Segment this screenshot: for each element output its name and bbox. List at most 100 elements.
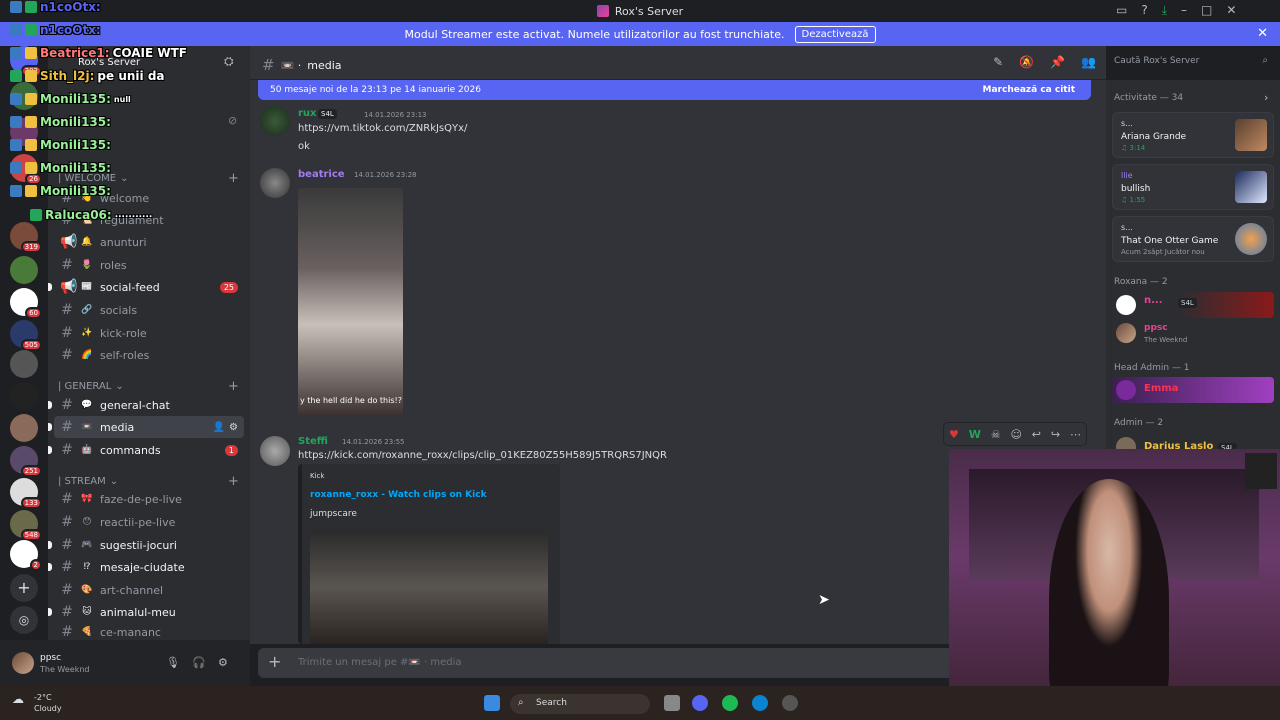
disable-streamer-button[interactable]: Dezactivează — [794, 25, 876, 43]
settings-icon[interactable]: ⚙ — [229, 422, 238, 433]
add-member-icon[interactable]: ⛭ — [224, 54, 234, 69]
server-icon-11[interactable] — [10, 414, 38, 442]
channel-commands[interactable]: # 🤖 commands 1 — [48, 439, 244, 461]
embed-thumbnail[interactable] — [310, 530, 548, 644]
server-icon-8[interactable]: 505 — [10, 320, 42, 351]
server-icon-7[interactable]: 60 — [10, 288, 42, 319]
server-icon-6[interactable] — [10, 256, 38, 284]
discover-button[interactable]: ◎ — [10, 606, 38, 634]
author-name[interactable]: rux — [298, 108, 317, 119]
inbox-icon[interactable]: ▭ — [1116, 3, 1127, 18]
new-messages-bar[interactable]: 50 mesaje noi de la 23:13 pe 14 ianuarie… — [258, 80, 1091, 100]
skull-reaction-icon[interactable]: ☠ — [991, 428, 1001, 441]
author-name[interactable]: beatrice — [298, 169, 345, 180]
channel-roles[interactable]: # 🌷 roles — [54, 254, 244, 276]
add-channel-icon[interactable]: + — [228, 474, 239, 489]
close-banner-icon[interactable]: ✕ — [1257, 26, 1268, 41]
member-item[interactable]: n... S4L — [1112, 292, 1274, 318]
channel-label: animalul-meu — [100, 605, 176, 619]
activity-card[interactable]: s... Ariana Grande ♫ 3:14 — [1112, 112, 1274, 158]
channel-media[interactable]: # 📼 media 👤 ⚙ — [48, 416, 244, 438]
attach-icon[interactable]: + — [268, 652, 281, 671]
invite-icon[interactable]: 👤 — [213, 422, 225, 433]
discord-icon[interactable] — [692, 695, 708, 711]
server-tag[interactable]: S4L — [318, 109, 337, 119]
avatar[interactable] — [260, 168, 290, 198]
channel-general-chat[interactable]: # 💬 general-chat — [48, 394, 244, 416]
chevron-right-icon[interactable]: › — [1264, 91, 1268, 104]
avatar[interactable] — [260, 106, 290, 136]
user-status: The Weeknd — [40, 665, 90, 674]
activity-card[interactable]: llie bullish ♫ 1:55 — [1112, 164, 1274, 210]
channel-sugestii-jocuri[interactable]: # 🎮 sugestii-jocuri — [48, 534, 244, 556]
file-explorer-icon[interactable] — [664, 695, 680, 711]
server-icon-9[interactable] — [10, 350, 38, 378]
add-server-button[interactable]: + — [10, 574, 38, 602]
server-icon-5[interactable]: 319 — [10, 222, 42, 253]
close-window-button[interactable]: ✕ — [1226, 3, 1236, 18]
app-icon[interactable] — [782, 695, 798, 711]
server-icon-10[interactable] — [10, 382, 38, 410]
channel-faze-de-pe-live[interactable]: # 🎀 faze-de-pe-live — [54, 488, 244, 510]
channel-anunturi[interactable]: 📢 🔔 anunturi — [54, 231, 244, 253]
message-link[interactable]: https://vm.tiktok.com/ZNRkJsQYx/ — [298, 123, 467, 134]
title-bar: Rox's Server ▭ ? ⤓ – □ ✕ — [0, 0, 1280, 22]
category-stream[interactable]: | STREAM ⌄ + — [58, 474, 239, 489]
channel-reactii-pe-live[interactable]: # 😯 reactii-pe-live — [54, 511, 244, 533]
weather-widget[interactable]: ☁ -2°C Cloudy — [12, 692, 62, 714]
help-icon[interactable]: ? — [1141, 3, 1147, 18]
more-icon[interactable]: ⋯ — [1070, 428, 1081, 441]
mute-icon[interactable]: ⊘ — [228, 114, 237, 127]
message-link[interactable]: https://kick.com/roxanne_roxx/clips/clip… — [298, 450, 667, 461]
channel-socials[interactable]: # 🔗 socials — [54, 299, 244, 321]
channel-animalul-meu[interactable]: # 🐱 animalul-meu — [48, 601, 244, 623]
minimize-button[interactable]: – — [1181, 3, 1187, 18]
channel-self-roles[interactable]: # 🌈 self-roles — [54, 344, 244, 366]
channel-kick-role[interactable]: # ✨ kick-role — [54, 322, 244, 344]
role-header: Head Admin — 1 — [1114, 363, 1190, 373]
avatar[interactable] — [260, 436, 290, 466]
avatar[interactable] — [12, 652, 34, 674]
settings-icon[interactable]: ⚙ — [218, 656, 228, 669]
pin-icon[interactable]: 📌 — [1050, 55, 1065, 69]
add-reaction-icon[interactable]: ☺ — [1010, 428, 1021, 441]
reply-icon[interactable]: ↩ — [1032, 428, 1041, 441]
channel-mesaje-ciudate[interactable]: # ⁉ mesaje-ciudate — [48, 556, 244, 578]
category-general[interactable]: | GENERAL ⌄ + — [58, 379, 239, 394]
server-icon-13[interactable]: 133 — [10, 478, 42, 509]
forward-icon[interactable]: ↪ — [1051, 428, 1060, 441]
headphones-icon[interactable]: 🎧 — [192, 656, 206, 669]
embed-title[interactable]: roxanne_roxx - Watch clips on Kick — [310, 490, 487, 500]
add-channel-icon[interactable]: + — [228, 171, 239, 186]
server-icon-14[interactable]: 548 — [10, 510, 42, 541]
maximize-button[interactable]: □ — [1201, 3, 1212, 18]
search-input[interactable]: Caută Rox's Server ⌕ — [1108, 52, 1274, 72]
channel-art-channel[interactable]: # 🎨 art-channel — [54, 579, 244, 601]
activity-card[interactable]: s... That One Otter Game Acum 2săpt Jucă… — [1112, 216, 1274, 262]
mark-read-button[interactable]: Marchează ca citit — [983, 85, 1075, 95]
overlay-chat-line: Monili135: — [10, 161, 111, 175]
spotify-icon[interactable] — [722, 695, 738, 711]
server-icon-15[interactable]: 2 — [10, 540, 42, 571]
microphone-icon[interactable]: 🎙 — [166, 656, 180, 669]
timestamp: 14.01.2026 23:13 — [364, 111, 427, 119]
heart-reaction-icon[interactable]: ♥ — [949, 428, 959, 441]
server-badge: 319 — [20, 241, 42, 253]
w-reaction-icon[interactable]: W — [969, 428, 981, 441]
channel-ce-mananc[interactable]: # 🍕 ce-mananc — [54, 624, 244, 640]
member-item[interactable]: Emma — [1112, 377, 1274, 403]
edge-icon[interactable] — [752, 695, 768, 711]
start-button[interactable] — [484, 695, 500, 711]
channel-social-feed[interactable]: 📢 📰 social-feed 25 — [48, 276, 244, 298]
download-icon[interactable]: ⤓ — [1162, 3, 1167, 18]
member-list-icon[interactable]: 👥 — [1081, 55, 1096, 69]
add-channel-icon[interactable]: + — [228, 379, 239, 394]
media-attachment[interactable]: y the hell did he do this!? — [298, 188, 403, 416]
server-icon-12[interactable]: 251 — [10, 446, 42, 477]
unread-indicator — [48, 608, 52, 616]
member-item[interactable]: ppsc The Weeknd — [1112, 320, 1274, 346]
author-name[interactable]: Steffi — [298, 436, 328, 447]
threads-icon[interactable]: ✎ — [993, 55, 1003, 69]
taskbar-search[interactable]: ⌕ Search — [510, 694, 650, 714]
mute-icon[interactable]: 🔕 — [1019, 55, 1034, 69]
